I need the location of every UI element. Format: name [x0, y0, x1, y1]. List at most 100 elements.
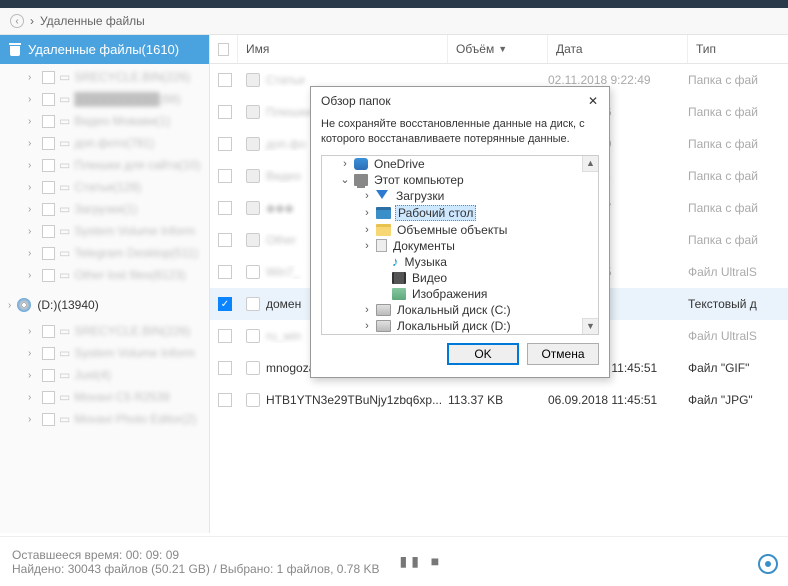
- sidebar-item[interactable]: ›▭Just(4): [0, 364, 209, 386]
- checkbox[interactable]: [42, 159, 55, 172]
- select-all-checkbox[interactable]: [210, 35, 238, 63]
- tree-images[interactable]: Изображения: [322, 286, 598, 302]
- sidebar-item[interactable]: ›▭доп.фото(781): [0, 132, 209, 154]
- tree-desktop[interactable]: › Рабочий стол: [322, 204, 598, 222]
- checkbox[interactable]: [218, 393, 232, 407]
- sidebar-item[interactable]: ›▭Other lost files(8123): [0, 264, 209, 286]
- checkbox[interactable]: ✓: [218, 297, 232, 311]
- chevron-right-icon[interactable]: ›: [362, 224, 372, 236]
- chevron-right-icon[interactable]: ›: [28, 414, 38, 425]
- sidebar-item[interactable]: ›▭██████████(68): [0, 88, 209, 110]
- breadcrumb-label[interactable]: Удаленные файлы: [40, 14, 145, 28]
- sidebar-item[interactable]: ›▭SRECYCLE.BIN(226): [0, 320, 209, 342]
- tree-this-pc[interactable]: ⌄ Этот компьютер: [322, 172, 598, 188]
- checkbox[interactable]: [218, 169, 232, 183]
- col-date[interactable]: Дата: [548, 35, 688, 63]
- ok-button[interactable]: OK: [447, 343, 519, 365]
- chevron-right-icon[interactable]: ›: [362, 190, 372, 202]
- checkbox[interactable]: [42, 391, 55, 404]
- checkbox[interactable]: [218, 361, 232, 375]
- col-size[interactable]: Объём▼: [448, 35, 548, 63]
- status-bar: Оставшееся время: 00: 09: 09 Найдено: 30…: [0, 536, 788, 586]
- file-icon: [246, 265, 260, 279]
- tree-video[interactable]: Видео: [322, 270, 598, 286]
- chevron-right-icon[interactable]: ›: [28, 326, 38, 337]
- checkbox[interactable]: [42, 269, 55, 282]
- checkbox[interactable]: [42, 71, 55, 84]
- checkbox[interactable]: [218, 73, 232, 87]
- sidebar-item[interactable]: ›▭System Volume Inform: [0, 220, 209, 242]
- sidebar-item[interactable]: ›▭Telegram Desktop(511): [0, 242, 209, 264]
- checkbox[interactable]: [42, 347, 55, 360]
- chevron-right-icon[interactable]: ›: [28, 94, 38, 105]
- checkbox[interactable]: [42, 115, 55, 128]
- chevron-right-icon[interactable]: ›: [362, 304, 372, 316]
- checkbox[interactable]: [218, 233, 232, 247]
- tree-downloads[interactable]: › Загрузки: [322, 188, 598, 204]
- chevron-down-icon[interactable]: ⌄: [340, 173, 350, 186]
- checkbox[interactable]: [42, 325, 55, 338]
- file-icon: [246, 169, 260, 183]
- scroll-up-button[interactable]: ▲: [582, 156, 598, 172]
- checkbox[interactable]: [218, 137, 232, 151]
- tree-music[interactable]: ♪ Музыка: [322, 254, 598, 270]
- chevron-right-icon[interactable]: ›: [28, 248, 38, 259]
- tree-documents[interactable]: › Документы: [322, 238, 598, 254]
- checkbox[interactable]: [42, 137, 55, 150]
- sidebar-item[interactable]: ›▭Видео Мовави(1): [0, 110, 209, 132]
- checkbox[interactable]: [42, 369, 55, 382]
- chevron-right-icon[interactable]: ›: [28, 392, 38, 403]
- folder-icon: ▭: [59, 412, 70, 426]
- chevron-right-icon[interactable]: ›: [28, 182, 38, 193]
- sidebar-head[interactable]: Удаленные файлы(1610): [0, 35, 209, 64]
- col-type[interactable]: Тип: [688, 35, 788, 63]
- chevron-right-icon[interactable]: ›: [28, 270, 38, 281]
- checkbox[interactable]: [218, 329, 232, 343]
- tree-onedrive[interactable]: › OneDrive: [322, 156, 598, 172]
- pause-button[interactable]: ▮▮: [399, 553, 422, 569]
- tree-3d-objects[interactable]: › Объемные объекты: [322, 222, 598, 238]
- chevron-right-icon[interactable]: ›: [362, 207, 372, 219]
- checkbox[interactable]: [42, 225, 55, 238]
- nav-back-icon[interactable]: ‹: [10, 14, 24, 28]
- sidebar-item[interactable]: ›▭Movavi C5 R2539: [0, 386, 209, 408]
- sidebar-item[interactable]: ›▭Загрузки(1): [0, 198, 209, 220]
- scroll-down-button[interactable]: ▼: [582, 318, 598, 334]
- cancel-button[interactable]: Отмена: [527, 343, 599, 365]
- checkbox[interactable]: [42, 413, 55, 426]
- chevron-right-icon[interactable]: ›: [362, 240, 372, 252]
- close-icon[interactable]: ✕: [585, 93, 601, 109]
- sidebar-item[interactable]: ›▭System Volume Inform: [0, 342, 209, 364]
- sidebar-item[interactable]: ›▭Статьи(128): [0, 176, 209, 198]
- tree-disk-c[interactable]: › Локальный диск (C:): [322, 302, 598, 318]
- col-name[interactable]: Имя: [238, 35, 448, 63]
- chevron-right-icon[interactable]: ›: [28, 226, 38, 237]
- checkbox[interactable]: [218, 265, 232, 279]
- file-row[interactable]: HTB1YTN3e29TBuNjy1zbq6xp...113.37 KB06.0…: [210, 384, 788, 416]
- chevron-right-icon[interactable]: ›: [28, 138, 38, 149]
- dialog-title: Обзор папок: [321, 94, 391, 108]
- chevron-right-icon[interactable]: ›: [28, 116, 38, 127]
- chevron-right-icon[interactable]: ›: [28, 348, 38, 359]
- folder-icon: ▭: [59, 368, 70, 382]
- chevron-right-icon[interactable]: ›: [28, 204, 38, 215]
- chevron-right-icon[interactable]: ›: [28, 160, 38, 171]
- chevron-right-icon[interactable]: ›: [362, 320, 372, 332]
- disk-icon: [376, 304, 391, 316]
- gear-icon[interactable]: [758, 554, 778, 574]
- chevron-right-icon[interactable]: ›: [28, 72, 38, 83]
- checkbox[interactable]: [42, 247, 55, 260]
- stop-button[interactable]: ■: [431, 553, 443, 569]
- checkbox[interactable]: [218, 105, 232, 119]
- checkbox[interactable]: [42, 93, 55, 106]
- chevron-right-icon[interactable]: ›: [28, 370, 38, 381]
- drive-d[interactable]: › (D:)(13940): [0, 292, 209, 318]
- sidebar-item[interactable]: ›▭SRECYCLE.BIN(226): [0, 66, 209, 88]
- chevron-right-icon[interactable]: ›: [340, 158, 350, 170]
- checkbox[interactable]: [218, 201, 232, 215]
- checkbox[interactable]: [42, 203, 55, 216]
- checkbox[interactable]: [42, 181, 55, 194]
- sidebar-item[interactable]: ›▭Плюшки для сайта(10): [0, 154, 209, 176]
- sidebar-item[interactable]: ›▭Movavi Photo Editor(2): [0, 408, 209, 430]
- tree-disk-d[interactable]: › Локальный диск (D:): [322, 318, 598, 334]
